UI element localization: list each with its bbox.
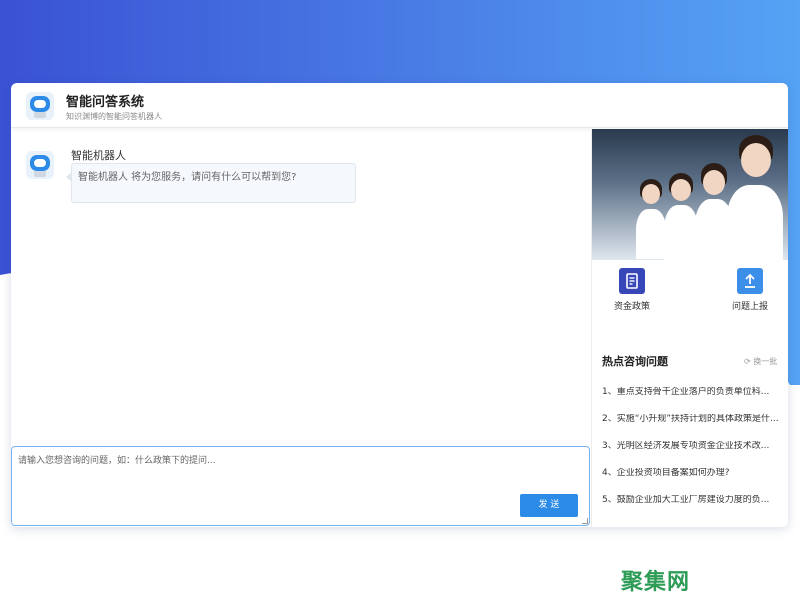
- refresh-label: 换一批: [753, 357, 778, 366]
- quick-link-funding-policy[interactable]: 资金政策: [597, 268, 667, 312]
- header: 智能问答系统 知识渊博的智能问答机器人: [11, 83, 788, 128]
- hot-question-item[interactable]: 2、实施“小升规”扶持计划的具体政策是什...: [602, 414, 782, 441]
- message-sender: 智能机器人: [71, 149, 126, 162]
- refresh-button[interactable]: ⟳ 换一批: [744, 356, 777, 367]
- chat-area: 智能机器人 智能机器人 将为您服务，请问有什么可以帮到您?: [11, 129, 590, 445]
- quick-link-label: 问题上报: [731, 302, 768, 312]
- robot-avatar-icon: [26, 151, 54, 179]
- quick-link-report-issue[interactable]: 问题上报: [715, 268, 785, 312]
- page-subtitle: 知识渊博的智能问答机器人: [66, 112, 162, 121]
- send-button[interactable]: 发 送: [520, 494, 578, 517]
- watermark-logo: 聚集网: [621, 570, 691, 595]
- hot-question-item[interactable]: 3、光明区经济发展专项资金企业技术改...: [602, 441, 782, 468]
- refresh-icon: ⟳: [744, 357, 751, 366]
- message-text: 智能机器人 将为您服务，请问有什么可以帮到您?: [78, 172, 297, 183]
- hot-questions-title: 热点咨询问题: [602, 355, 668, 368]
- hot-question-item[interactable]: 4、企业投资项目备案如何办理?: [602, 468, 782, 495]
- upload-icon: [737, 268, 763, 294]
- hot-questions-list: 1、重点支持骨干企业落户的负责单位科... 2、实施“小升规”扶持计划的具体政策…: [602, 387, 782, 522]
- hot-question-item[interactable]: 1、重点支持骨干企业落户的负责单位科...: [602, 387, 782, 414]
- question-input-box: 发 送: [11, 446, 590, 526]
- quick-link-label: 资金政策: [613, 302, 650, 312]
- chat-window: 智能问答系统 知识渊博的智能问答机器人 智能机器人 智能机器人 将为您服务，请问…: [11, 83, 788, 527]
- hot-question-item[interactable]: 5、鼓励企业加大工业厂房建设力度的负...: [602, 495, 782, 522]
- question-input[interactable]: [18, 453, 578, 489]
- customer-service-banner-image: [592, 129, 788, 260]
- robot-icon: [26, 92, 54, 120]
- sidebar: 资金政策 问题上报 热点咨询问题 ⟳ 换一批 1、重点支持骨干企业落户的负责单位…: [591, 129, 788, 527]
- resize-handle[interactable]: [582, 518, 588, 524]
- document-icon: [619, 268, 645, 294]
- page-title: 智能问答系统: [66, 95, 145, 110]
- message-bubble: 智能机器人 将为您服务，请问有什么可以帮到您?: [66, 163, 356, 203]
